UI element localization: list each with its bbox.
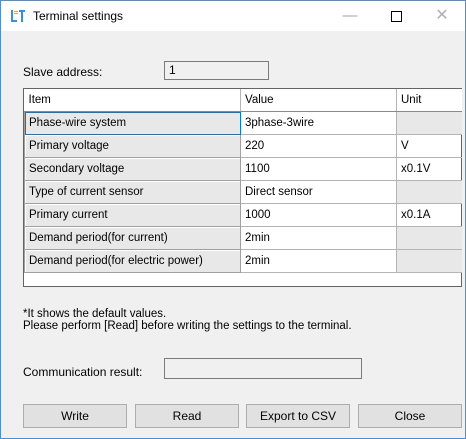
value-cell[interactable]: 1000 [240,203,397,227]
table-row[interactable]: Demand period(for electric power) 2min [24,249,462,273]
slave-address-input[interactable]: 1 [164,61,269,80]
default-values-note: *It shows the default values. [23,308,167,320]
value-cell[interactable]: 3phase-3wire [240,111,397,135]
column-header-item[interactable]: Item [24,89,241,112]
unit-cell [396,226,462,250]
item-cell[interactable]: Primary voltage [24,134,241,158]
item-cell[interactable]: Demand period(for electric power) [24,249,241,273]
close-window-button[interactable]: ✕ [419,1,465,31]
value-cell[interactable]: 2min [240,249,397,273]
unit-cell [396,111,462,135]
value-cell[interactable]: 220 [240,134,397,158]
table-row[interactable]: Phase-wire system 3phase-3wire [24,111,462,135]
unit-cell [396,180,462,204]
value-cell[interactable]: Direct sensor [240,180,397,204]
terminal-settings-window: Terminal settings — ✕ Slave address: 1 I… [0,0,466,439]
minimize-button[interactable]: — [327,1,373,31]
slave-address-label: Slave address: [23,65,103,79]
table-row[interactable]: Secondary voltage 1100 x0.1V [24,157,462,181]
column-header-value[interactable]: Value [240,89,397,112]
app-icon [10,8,26,24]
communication-result-field [164,358,362,379]
item-cell[interactable]: Demand period(for current) [24,226,241,250]
close-button[interactable]: Close [358,404,462,428]
export-csv-button[interactable]: Export to CSV [246,404,350,428]
table-header-row: Item Value Unit [24,89,462,112]
item-cell[interactable]: Phase-wire system [24,111,241,135]
item-cell[interactable]: Secondary voltage [24,157,241,181]
table-row[interactable]: Primary current 1000 x0.1A [24,203,462,227]
maximize-button[interactable] [373,1,419,31]
table-row[interactable]: Demand period(for current) 2min [24,226,462,250]
value-cell[interactable]: 1100 [240,157,397,181]
communication-result-label: Communication result: [23,365,143,379]
window-title: Terminal settings [33,9,124,23]
maximize-icon [390,10,402,22]
column-header-unit[interactable]: Unit [396,89,462,112]
table-row[interactable]: Type of current sensor Direct sensor [24,180,462,204]
read-before-write-note: Please perform [Read] before writing the… [23,320,352,332]
unit-cell: V [396,134,462,158]
table-row[interactable]: Primary voltage 220 V [24,134,462,158]
settings-table: Item Value Unit Phase-wire system 3phase… [23,88,462,287]
write-button[interactable]: Write [23,404,127,428]
value-cell[interactable]: 2min [240,226,397,250]
unit-cell [396,249,462,273]
read-button[interactable]: Read [135,404,239,428]
unit-cell: x0.1V [396,157,462,181]
item-cell[interactable]: Type of current sensor [24,180,241,204]
unit-cell: x0.1A [396,203,462,227]
item-cell[interactable]: Primary current [24,203,241,227]
title-bar[interactable]: Terminal settings — ✕ [1,1,465,31]
